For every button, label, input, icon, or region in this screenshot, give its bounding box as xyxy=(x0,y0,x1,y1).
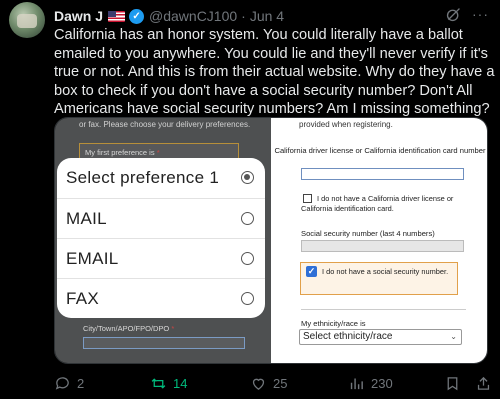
author-handle[interactable]: @dawnCJ100 xyxy=(149,8,237,24)
grok-icon[interactable] xyxy=(445,6,462,23)
ssn-label: Social security number (last 4 numbers) xyxy=(301,229,435,238)
reply-count: 2 xyxy=(77,375,85,391)
avatar-image xyxy=(17,14,37,28)
tweet-actions: 2 14 25 230 xyxy=(54,373,494,393)
no-license-label: I do not have a California driver licens… xyxy=(301,194,454,213)
radio-icon[interactable] xyxy=(241,292,254,305)
no-ssn-label: I do not have a social security number. xyxy=(322,267,449,276)
tweet-date[interactable]: Jun 4 xyxy=(250,8,284,24)
like-count: 25 xyxy=(273,375,288,391)
radio-icon[interactable] xyxy=(241,212,254,225)
retweet-icon xyxy=(151,377,166,389)
media-image-right[interactable]: provided when registering. California dr… xyxy=(271,118,487,363)
author-name[interactable]: Dawn J xyxy=(54,8,103,24)
views-icon xyxy=(350,378,363,389)
us-flag-icon xyxy=(108,10,126,22)
tweet-media[interactable]: or fax. Please choose your delivery pref… xyxy=(54,117,488,364)
preference-label: My first preference is * xyxy=(85,148,160,157)
picker-title-row[interactable]: Select preference 1 xyxy=(57,158,265,198)
preference-picker: Select preference 1 MAIL EMAIL FAX xyxy=(57,158,265,318)
reply-button[interactable]: 2 xyxy=(54,373,84,393)
ssn-input xyxy=(301,240,464,252)
media-image-left[interactable]: or fax. Please choose your delivery pref… xyxy=(55,118,271,363)
bookmark-button[interactable] xyxy=(444,373,461,393)
radio-selected-icon[interactable] xyxy=(241,171,254,184)
city-label: City/Town/APO/FPO/DPO * xyxy=(83,324,175,333)
retweet-count: 14 xyxy=(173,375,188,391)
retweet-button[interactable]: 14 xyxy=(150,373,187,393)
reply-icon xyxy=(55,376,69,390)
license-input xyxy=(301,168,464,180)
views-button[interactable]: 230 xyxy=(348,373,393,393)
share-icon xyxy=(477,376,490,390)
picker-option-mail[interactable]: MAIL xyxy=(57,198,265,238)
like-button[interactable]: 25 xyxy=(250,373,287,393)
share-button[interactable] xyxy=(475,373,492,393)
separator-dot: · xyxy=(241,8,246,24)
no-license-checkbox xyxy=(303,194,312,203)
ethnicity-select: Select ethnicity/race ⌄ xyxy=(299,329,462,345)
tweet-header: Dawn J ✓ @dawnCJ100 · Jun 4 xyxy=(54,7,284,25)
view-count: 230 xyxy=(371,375,393,391)
bookmark-icon xyxy=(447,376,458,390)
verified-badge-icon: ✓ xyxy=(129,8,145,24)
picker-title: Select preference 1 xyxy=(66,168,220,187)
ethnicity-label: My ethnicity/race is xyxy=(301,319,366,328)
divider xyxy=(301,309,466,310)
picker-option-email[interactable]: EMAIL xyxy=(57,238,265,278)
more-options-icon[interactable]: ··· xyxy=(472,6,492,23)
chevron-down-icon: ⌄ xyxy=(450,332,457,341)
no-ssn-checkbox-checked-icon: ✓ xyxy=(306,266,317,277)
tweet-text: California has an honor system. You coul… xyxy=(54,27,495,117)
avatar[interactable] xyxy=(9,2,45,38)
city-input xyxy=(83,337,245,349)
heart-icon xyxy=(252,378,265,390)
registration-text: provided when registering. xyxy=(299,120,393,129)
radio-icon[interactable] xyxy=(241,252,254,265)
picker-option-fax[interactable]: FAX xyxy=(57,278,265,318)
license-label: California driver license or California … xyxy=(274,146,486,155)
delivery-text: or fax. Please choose your delivery pref… xyxy=(79,120,251,129)
